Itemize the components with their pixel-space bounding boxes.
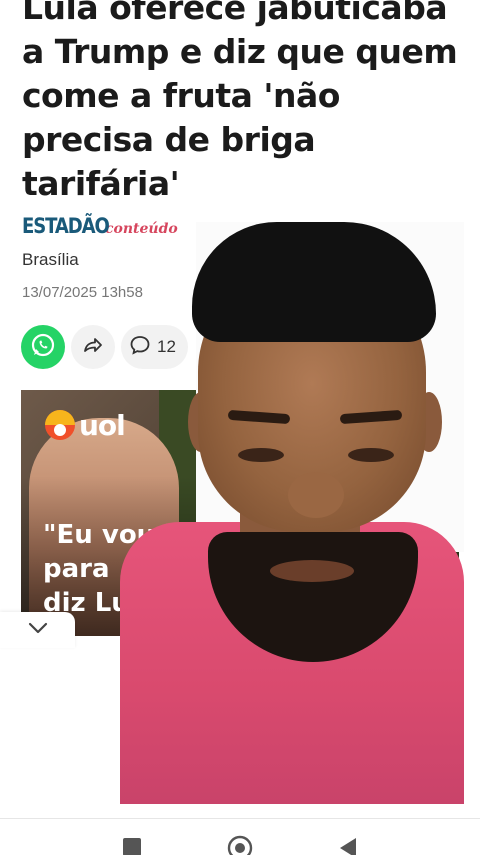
- uol-logo: uol: [43, 408, 126, 442]
- video-person-hair: [192, 222, 436, 342]
- video-person-nose: [288, 472, 344, 518]
- share-icon: [82, 334, 104, 361]
- headline-line-3: come a fruta 'não: [22, 76, 340, 115]
- article-headline: Lula oferece jabuticaba a Trump e diz qu…: [22, 0, 472, 206]
- headline-line-5: tarifária': [22, 164, 180, 203]
- video-person-mouth: [270, 560, 354, 582]
- picture-in-picture-video[interactable]: [120, 222, 464, 804]
- chevron-down-icon: [27, 621, 49, 640]
- collapse-button[interactable]: [0, 612, 75, 648]
- video-person-eye-right: [348, 448, 394, 462]
- system-navigation-bar: [0, 818, 480, 860]
- back-button[interactable]: [338, 837, 358, 860]
- whatsapp-icon: [30, 332, 56, 363]
- home-button[interactable]: [227, 835, 253, 860]
- uol-logo-icon: [45, 410, 75, 440]
- triangle-back-icon: [338, 838, 358, 859]
- article-location: Brasília: [22, 250, 79, 269]
- source-brand: ESTADÃO: [22, 214, 110, 238]
- square-icon: [122, 838, 142, 859]
- recents-button[interactable]: [122, 837, 142, 860]
- headline-line-1: Lula oferece jabuticaba: [22, 0, 448, 27]
- video-person-eye-left: [238, 448, 284, 462]
- headline-line-2: a Trump e diz que quem: [22, 32, 458, 71]
- uol-logo-text: uol: [79, 408, 126, 442]
- share-button[interactable]: [71, 325, 115, 369]
- whatsapp-share-button[interactable]: [21, 325, 65, 369]
- headline-line-4: precisa de briga: [22, 120, 316, 159]
- circle-icon: [227, 835, 253, 860]
